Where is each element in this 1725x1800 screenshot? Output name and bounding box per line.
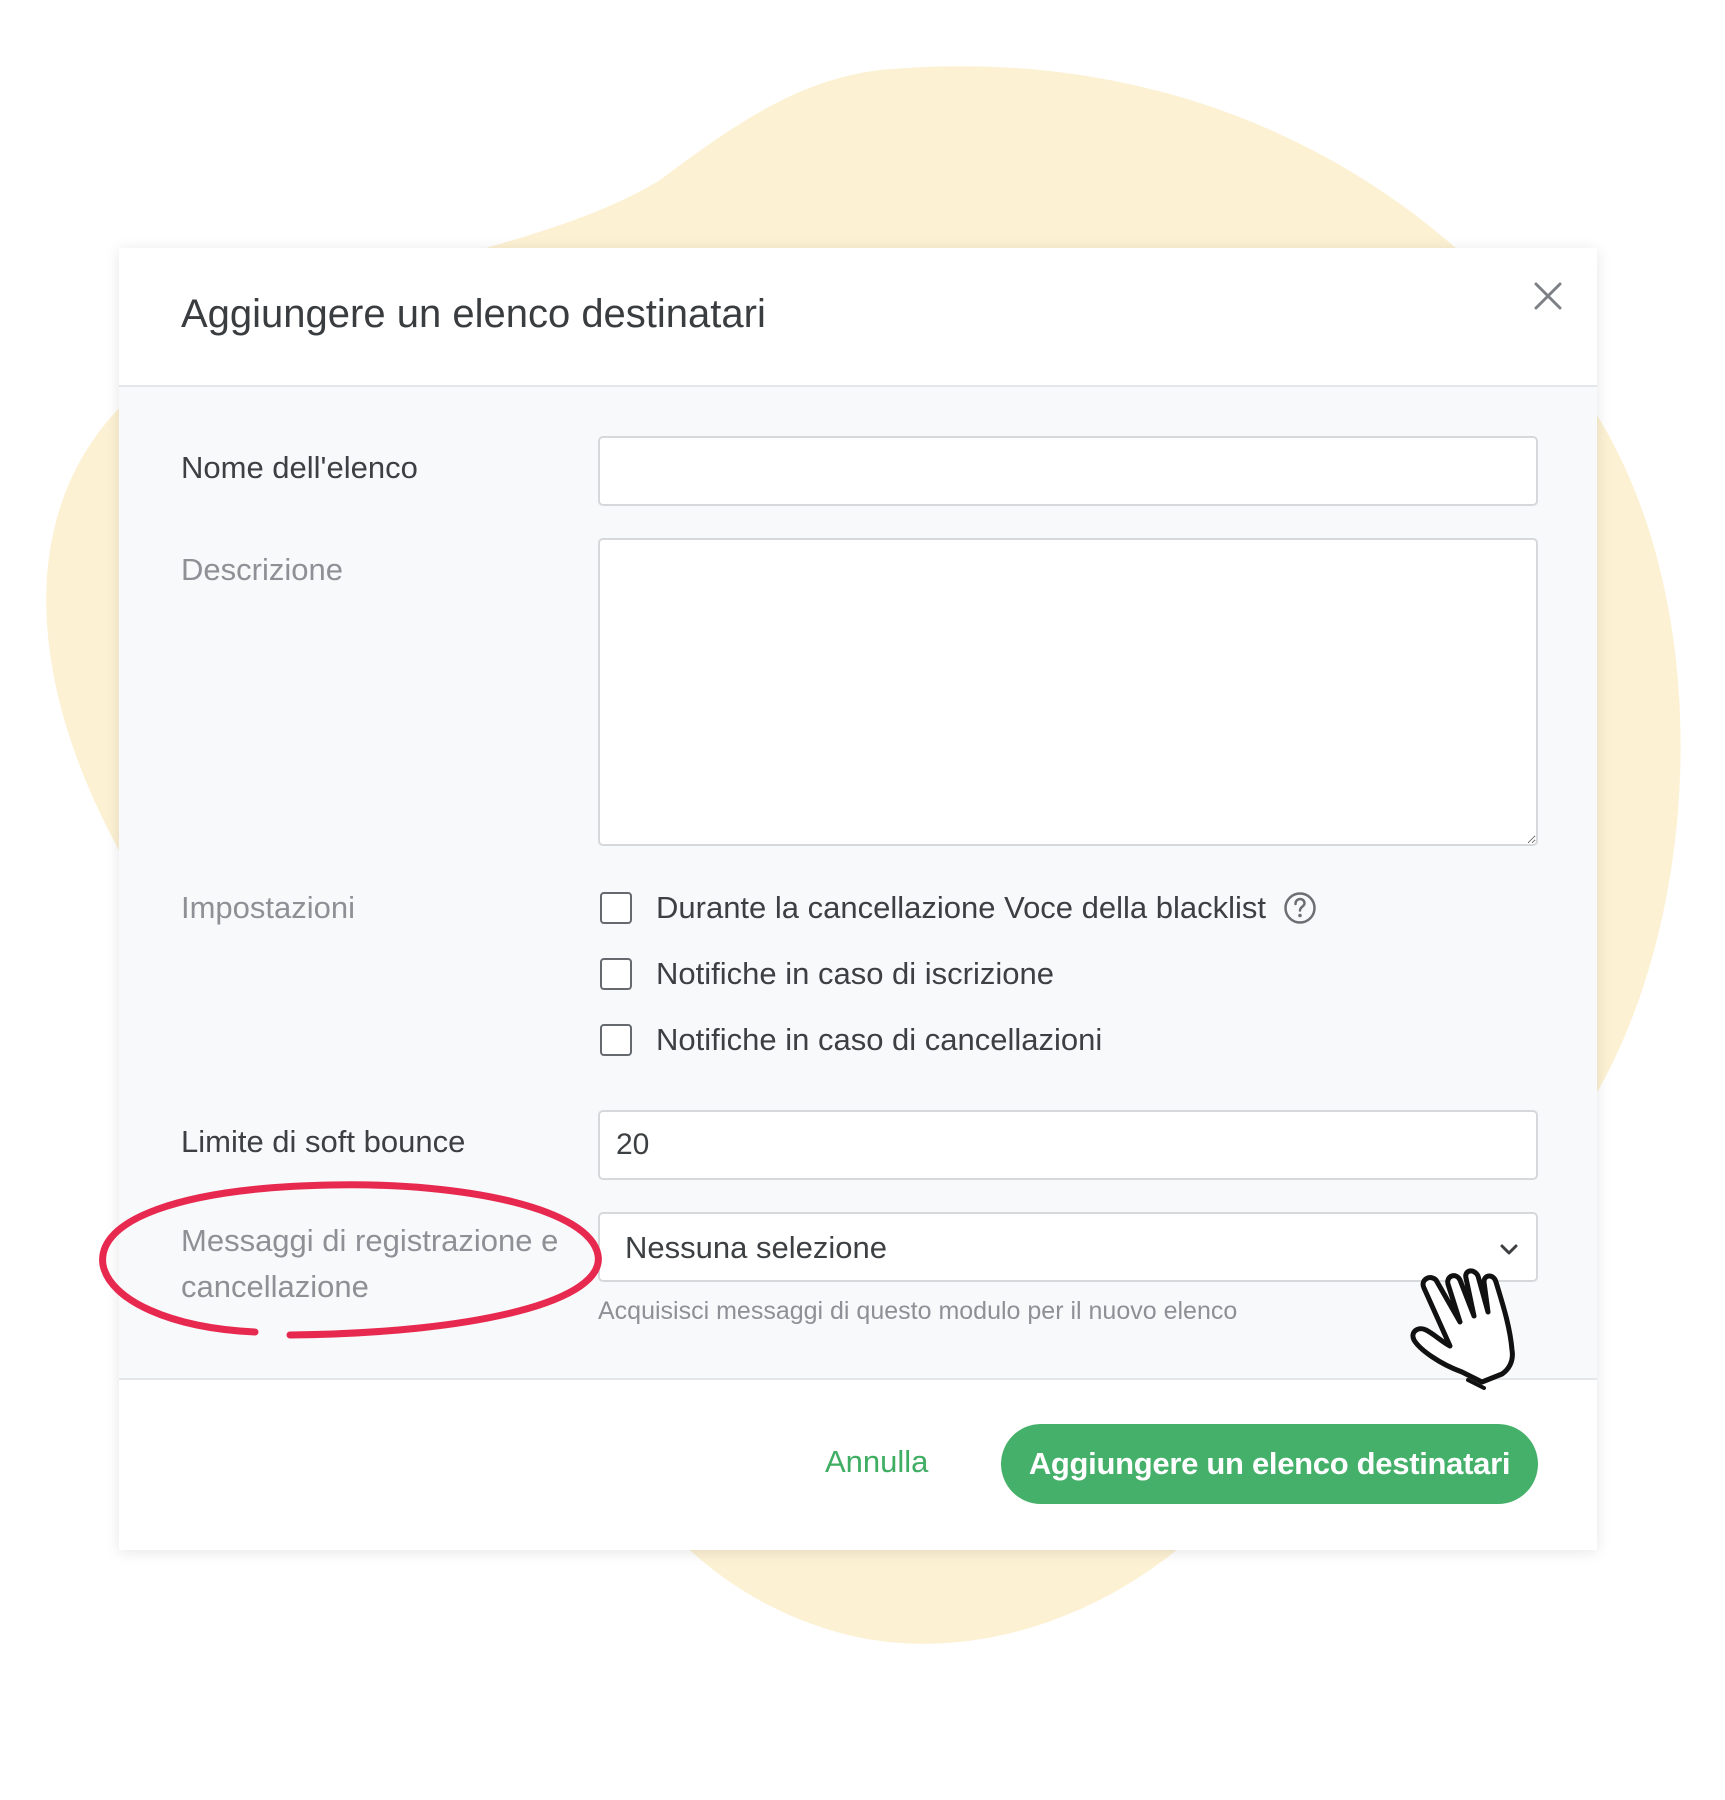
messages-hint: Acquisisci messaggi di questo modulo per… (598, 1297, 1238, 1325)
dialog-header: Aggiungere un elenco destinatari (119, 248, 1597, 387)
name-label: Nome dell'elenco (181, 450, 418, 485)
dialog-title: Aggiungere un elenco destinatari (181, 292, 766, 336)
messages-label-line1: Messaggi di registrazione e (181, 1223, 559, 1258)
close-icon[interactable] (1526, 274, 1570, 318)
help-icon[interactable] (1283, 891, 1317, 925)
add-list-dialog: Aggiungere un elenco destinatari Nome de… (119, 248, 1597, 1550)
checkbox-unsubscribe-label: Notifiche in caso di cancellazioni (656, 1022, 1103, 1057)
chevron-down-icon (1500, 1244, 1518, 1255)
messages-label-line2: cancellazione (181, 1269, 369, 1304)
checkbox-subscribe-notifications[interactable] (600, 958, 632, 990)
checkbox-unsubscribe-row[interactable]: Notifiche in caso di cancellazioni (598, 1022, 1138, 1062)
description-label: Descrizione (181, 552, 343, 587)
messages-label: Messaggi di registrazione e cancellazion… (181, 1218, 558, 1310)
checkbox-blacklist-row[interactable]: Durante la cancellazione Voce della blac… (598, 890, 1318, 930)
description-textarea[interactable] (598, 538, 1538, 846)
checkbox-subscribe-label: Notifiche in caso di iscrizione (656, 956, 1055, 991)
soft-bounce-input[interactable] (598, 1110, 1538, 1180)
checkbox-unsubscribe-notifications[interactable] (600, 1024, 632, 1056)
add-list-button[interactable]: Aggiungere un elenco destinatari (1001, 1424, 1538, 1504)
list-name-input[interactable] (598, 436, 1538, 506)
checkbox-blacklist-label: Durante la cancellazione Voce della blac… (656, 890, 1267, 925)
messages-select-value: Nessuna selezione (625, 1230, 887, 1265)
dialog-footer: Annulla Aggiungere un elenco destinatari (119, 1378, 1597, 1550)
checkbox-blacklist[interactable] (600, 892, 632, 924)
messages-select[interactable]: Nessuna selezione (598, 1212, 1538, 1282)
checkbox-subscribe-row[interactable]: Notifiche in caso di iscrizione (598, 956, 1118, 996)
cancel-button[interactable]: Annulla (825, 1444, 928, 1480)
settings-label: Impostazioni (181, 890, 356, 925)
soft-bounce-label: Limite di soft bounce (181, 1124, 466, 1159)
